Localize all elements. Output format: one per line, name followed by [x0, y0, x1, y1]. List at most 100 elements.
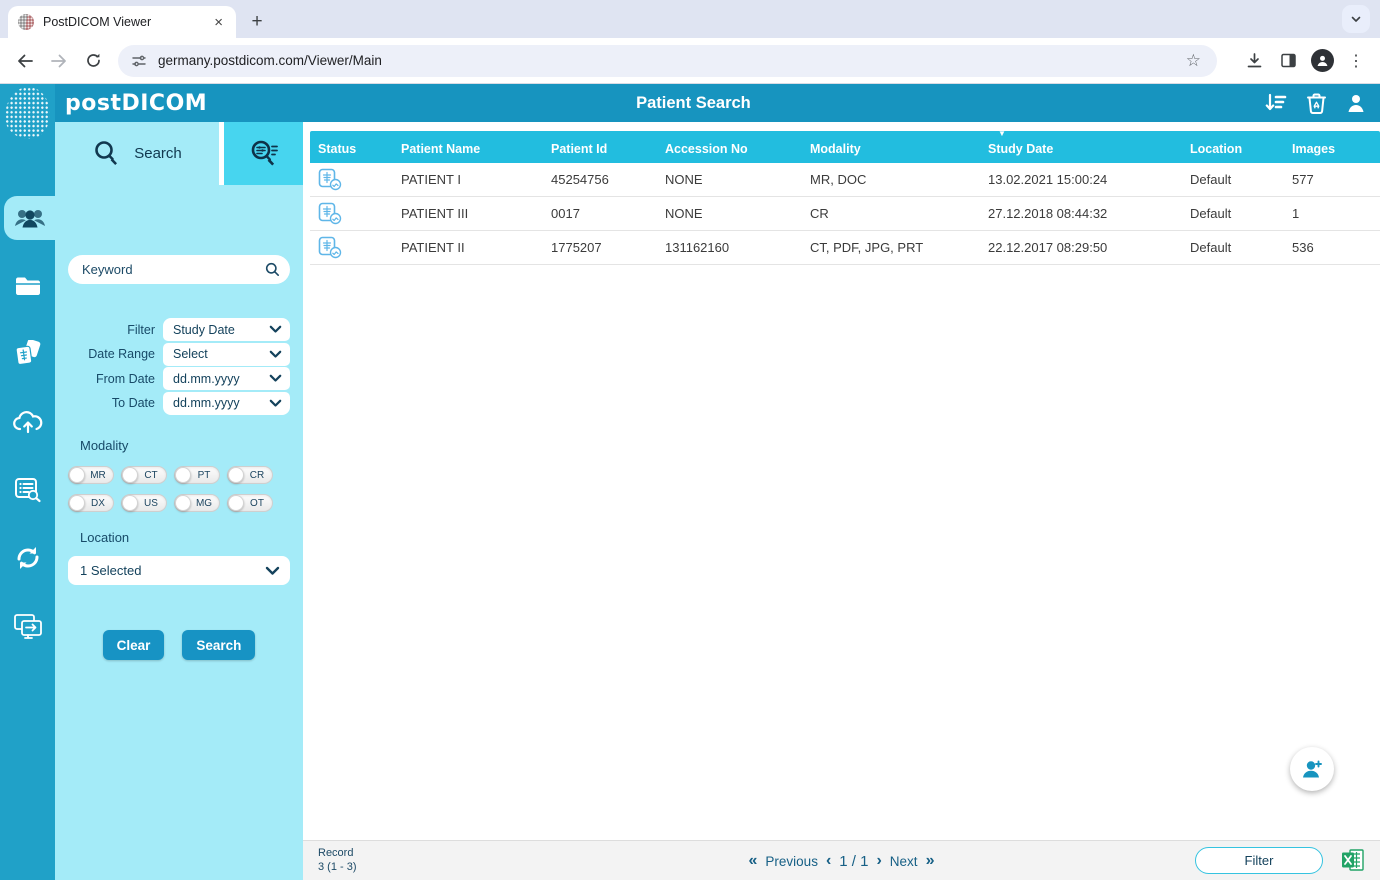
cell-location: Default — [1182, 231, 1284, 264]
profile-avatar-icon[interactable] — [1311, 49, 1334, 72]
filter-select[interactable]: Select — [163, 343, 290, 366]
study-status-icon — [318, 168, 343, 191]
table-body: PATIENT I 45254756 NONE MR, DOC 13.02.20… — [310, 163, 1380, 265]
back-icon[interactable] — [8, 44, 42, 78]
add-person-icon — [1300, 758, 1324, 780]
filter-row: Filter Study Date — [68, 318, 290, 341]
folder-icon — [14, 275, 42, 297]
column-header-images[interactable]: Images — [1284, 131, 1380, 163]
modality-toggle-cr[interactable]: CR — [227, 466, 273, 484]
keyword-search-icon[interactable] — [265, 262, 280, 277]
previous-button[interactable]: Previous — [765, 854, 818, 869]
toggle-knob — [69, 467, 85, 483]
filter-label: Date Range — [68, 347, 163, 361]
user-account-icon[interactable] — [1346, 93, 1366, 113]
keyword-search-field[interactable] — [68, 255, 290, 284]
cell-location: Default — [1182, 163, 1284, 196]
site-settings-icon[interactable] — [128, 50, 150, 72]
table-row[interactable]: PATIENT II 1775207 131162160 CT, PDF, JP… — [310, 231, 1380, 265]
url-bar[interactable]: germany.postdicom.com/Viewer/Main ☆ — [118, 45, 1217, 77]
modality-toggle-mg[interactable]: MG — [174, 494, 220, 512]
sidebar-item-cloud-upload[interactable] — [0, 400, 55, 444]
column-header-status[interactable]: Status — [310, 131, 393, 163]
column-header-accession-no[interactable]: Accession No — [657, 131, 802, 163]
sidebar-item-patients[interactable] — [4, 196, 55, 240]
patient-table: StatusPatient NamePatient IdAccession No… — [310, 131, 1380, 265]
last-page-icon[interactable]: » — [926, 852, 935, 870]
cell-patient-name: PATIENT II — [393, 231, 543, 264]
column-header-modality[interactable]: Modality — [802, 131, 980, 163]
sidebar-item-sync[interactable] — [0, 536, 55, 580]
column-header-study-date[interactable]: ▼Study Date — [980, 131, 1182, 163]
cell-modality: MR, DOC — [802, 163, 980, 196]
favicon — [18, 14, 34, 30]
reload-icon[interactable] — [76, 44, 110, 78]
cell-patient-name: PATIENT III — [393, 197, 543, 230]
filter-label: Filter — [68, 323, 163, 337]
study-status-icon — [318, 236, 343, 259]
next-page-icon[interactable]: › — [876, 852, 881, 870]
sort-desc-icon: ▼ — [998, 130, 1006, 138]
modality-toggle-pt[interactable]: PT — [174, 466, 220, 484]
toggle-knob — [69, 495, 85, 511]
modality-toggle-ot[interactable]: OT — [227, 494, 273, 512]
sort-order-icon[interactable] — [1265, 93, 1287, 113]
modality-toggle-us[interactable]: US — [121, 494, 167, 512]
search-button[interactable]: Search — [182, 630, 255, 660]
clear-button[interactable]: Clear — [103, 630, 165, 660]
filter-select[interactable]: dd.mm.yyyy — [163, 392, 290, 415]
sidebar-item-remote-share[interactable] — [0, 604, 55, 648]
filter-button[interactable]: Filter — [1195, 847, 1323, 874]
toggle-knob — [175, 467, 191, 483]
tab-advanced-search[interactable] — [224, 122, 303, 185]
filter-label: From Date — [68, 372, 163, 386]
keyword-input[interactable] — [82, 262, 265, 277]
previous-page-icon[interactable]: ‹ — [826, 852, 831, 870]
first-page-icon[interactable]: « — [749, 852, 758, 870]
search-panel-tabs: Search — [55, 122, 303, 185]
cell-patient-id: 45254756 — [543, 163, 657, 196]
monitor-transfer-icon — [13, 613, 43, 639]
toggle-knob — [122, 495, 138, 511]
new-tab-button[interactable]: + — [244, 9, 270, 35]
side-panel-icon[interactable] — [1271, 44, 1305, 78]
column-header-location[interactable]: Location — [1182, 131, 1284, 163]
toggle-knob — [228, 467, 244, 483]
table-footer: Record 3 (1 - 3) « Previous ‹ 1 / 1 › Ne… — [303, 840, 1380, 880]
panel-buttons: Clear Search — [55, 630, 303, 660]
sidebar-item-worklist-search[interactable] — [0, 468, 55, 512]
sync-arrows-icon — [14, 545, 42, 571]
search-panel: Search Filter Study Date Date Range Sele… — [55, 122, 303, 880]
location-select[interactable]: 1 Selected — [68, 556, 290, 585]
chevron-down-icon — [1350, 13, 1362, 25]
table-row[interactable]: PATIENT III 0017 NONE CR 27.12.2018 08:4… — [310, 197, 1380, 231]
cell-study-date: 13.02.2021 15:00:24 — [980, 163, 1182, 196]
tab-basic-search[interactable]: Search — [55, 122, 219, 185]
filter-select[interactable]: Study Date — [163, 318, 290, 341]
column-header-patient-id[interactable]: Patient Id — [543, 131, 657, 163]
cell-study-date: 22.12.2017 08:29:50 — [980, 231, 1182, 264]
url-text[interactable]: germany.postdicom.com/Viewer/Main — [158, 53, 1180, 68]
next-button[interactable]: Next — [890, 854, 918, 869]
sidebar-item-studies[interactable] — [0, 332, 55, 376]
browser-tab[interactable]: PostDICOM Viewer × — [8, 6, 236, 38]
forward-icon[interactable] — [42, 44, 76, 78]
modality-toggle-dx[interactable]: DX — [68, 494, 114, 512]
export-excel-icon[interactable] — [1341, 849, 1364, 871]
bookmark-star-icon[interactable]: ☆ — [1180, 51, 1207, 71]
tab-close-icon[interactable]: × — [211, 15, 226, 30]
column-header-patient-name[interactable]: Patient Name — [393, 131, 543, 163]
postdicom-brain-logo — [5, 87, 50, 139]
sidebar-item-folders[interactable] — [0, 264, 55, 308]
table-row[interactable]: PATIENT I 45254756 NONE MR, DOC 13.02.20… — [310, 163, 1380, 197]
filter-select[interactable]: dd.mm.yyyy — [163, 367, 290, 390]
modality-toggle-mr[interactable]: MR — [68, 466, 114, 484]
chevron-down-icon — [269, 350, 282, 359]
add-patient-fab[interactable] — [1290, 747, 1334, 791]
tab-search-button[interactable] — [1342, 5, 1370, 33]
downloads-icon[interactable] — [1237, 44, 1271, 78]
study-status-icon — [318, 202, 343, 225]
recycle-bin-icon[interactable] — [1307, 93, 1326, 114]
browser-menu-icon[interactable]: ⋮ — [1340, 51, 1372, 71]
modality-toggle-ct[interactable]: CT — [121, 466, 167, 484]
